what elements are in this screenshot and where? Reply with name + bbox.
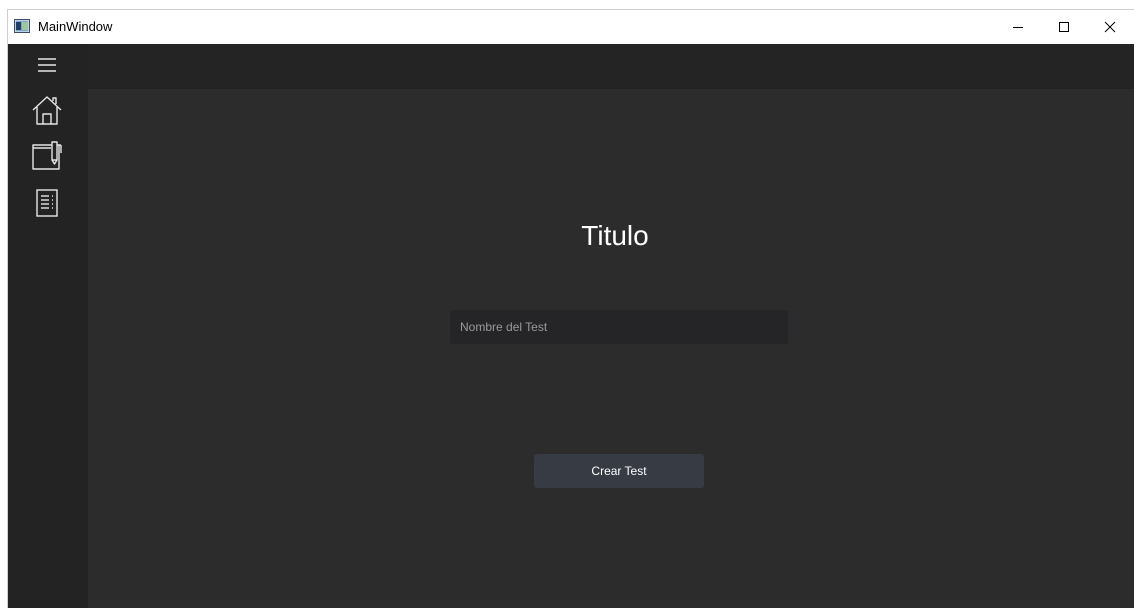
app-window-icon <box>14 19 30 33</box>
sidebar-menu-toggle[interactable] <box>24 50 70 84</box>
hamburger-menu-icon <box>37 56 57 79</box>
document-list-icon <box>35 188 59 223</box>
maximize-icon <box>1058 21 1070 33</box>
close-icon <box>1104 21 1116 33</box>
create-test-button[interactable]: Crear Test <box>534 454 704 488</box>
close-button[interactable] <box>1087 10 1133 44</box>
sidebar-item-home[interactable] <box>24 92 70 132</box>
home-icon <box>31 94 63 131</box>
main-window: MainWindow Titulo Nombre del Test Crear … <box>7 9 1134 608</box>
window-titlebar[interactable]: MainWindow <box>8 10 1134 44</box>
window-title: MainWindow <box>38 19 113 34</box>
sidebar-item-notes[interactable] <box>24 138 70 178</box>
test-name-input[interactable] <box>450 310 788 344</box>
maximize-button[interactable] <box>1041 10 1087 44</box>
top-bar <box>88 44 1134 89</box>
sidebar <box>8 44 88 608</box>
main-content: Titulo Crear Test <box>88 89 1134 608</box>
minimize-button[interactable] <box>995 10 1041 44</box>
minimize-icon <box>1012 21 1024 33</box>
page-title: Titulo <box>581 220 649 251</box>
sidebar-item-reports[interactable] <box>24 185 70 225</box>
notebook-pen-icon <box>31 140 63 176</box>
